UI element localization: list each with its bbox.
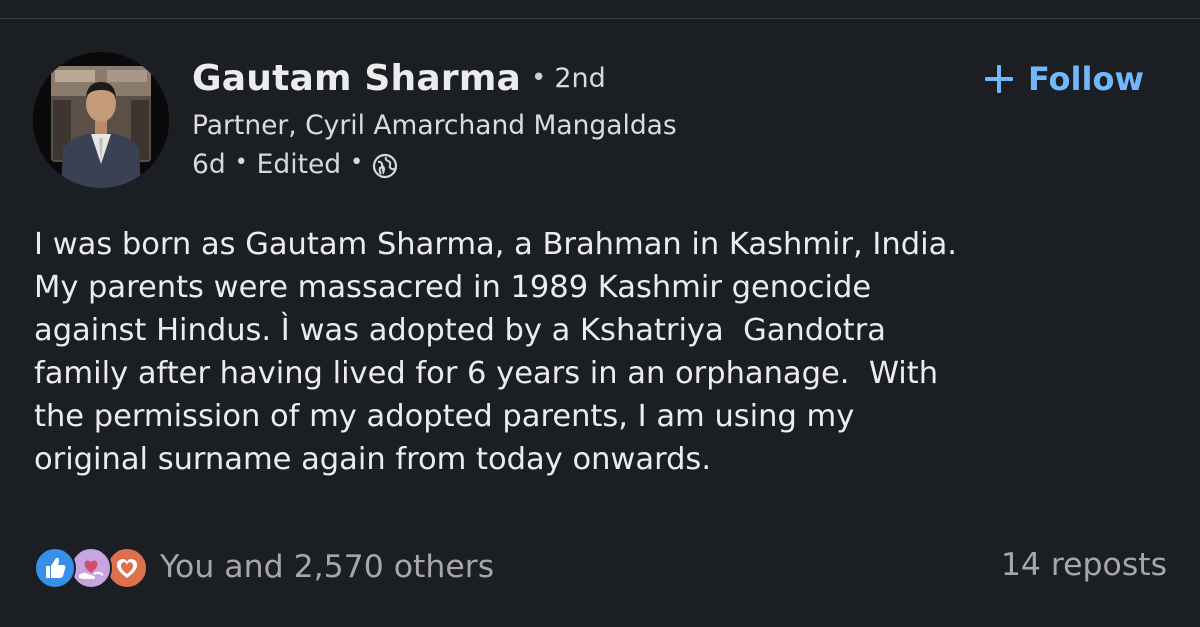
globe-icon <box>372 153 398 179</box>
reactions-summary[interactable]: You and 2,570 others <box>34 543 494 591</box>
degree-separator: • <box>531 63 547 93</box>
connection-degree: 2nd <box>554 63 606 94</box>
post-body: I was born as Gautam Sharma, a Brahman i… <box>34 223 1184 481</box>
post-body-line: against Hindus. Ì was adopted by a Kshat… <box>34 313 886 348</box>
post-meta: 6d • Edited • <box>192 149 398 180</box>
meta-separator: • <box>350 150 364 175</box>
author-avatar[interactable] <box>33 52 169 188</box>
support-icon <box>70 547 112 589</box>
follow-label: Follow <box>1027 60 1144 98</box>
author-name[interactable]: Gautam Sharma <box>192 58 521 99</box>
follow-button[interactable]: Follow <box>982 60 1144 98</box>
plus-icon <box>984 65 1013 93</box>
post-body-line: the permission of my adopted parents, I … <box>34 399 855 434</box>
post-time: 6d <box>192 149 226 180</box>
post-body-line: I was born as Gautam Sharma, a Brahman i… <box>34 227 957 262</box>
reposts-count[interactable]: 14 reposts <box>1001 547 1167 583</box>
post-body-line: original surname again from today onward… <box>34 442 712 477</box>
profile-photo <box>33 52 169 188</box>
feed-post: Gautam Sharma • 2nd Partner, Cyril Amarcha… <box>0 0 1200 627</box>
reaction-icons <box>34 545 148 589</box>
like-icon <box>34 547 76 589</box>
author-line: Gautam Sharma • 2nd <box>192 58 606 99</box>
edited-label: Edited <box>256 149 342 180</box>
love-icon <box>106 547 148 589</box>
post-body-line: My parents were massacred in 1989 Kashmi… <box>34 270 872 305</box>
author-headline: Partner, Cyril Amarchand Mangaldas <box>192 110 677 141</box>
reactions-count[interactable]: You and 2,570 others <box>160 549 494 585</box>
meta-separator: • <box>234 150 248 175</box>
post-body-line: family after having lived for 6 years in… <box>34 356 939 391</box>
